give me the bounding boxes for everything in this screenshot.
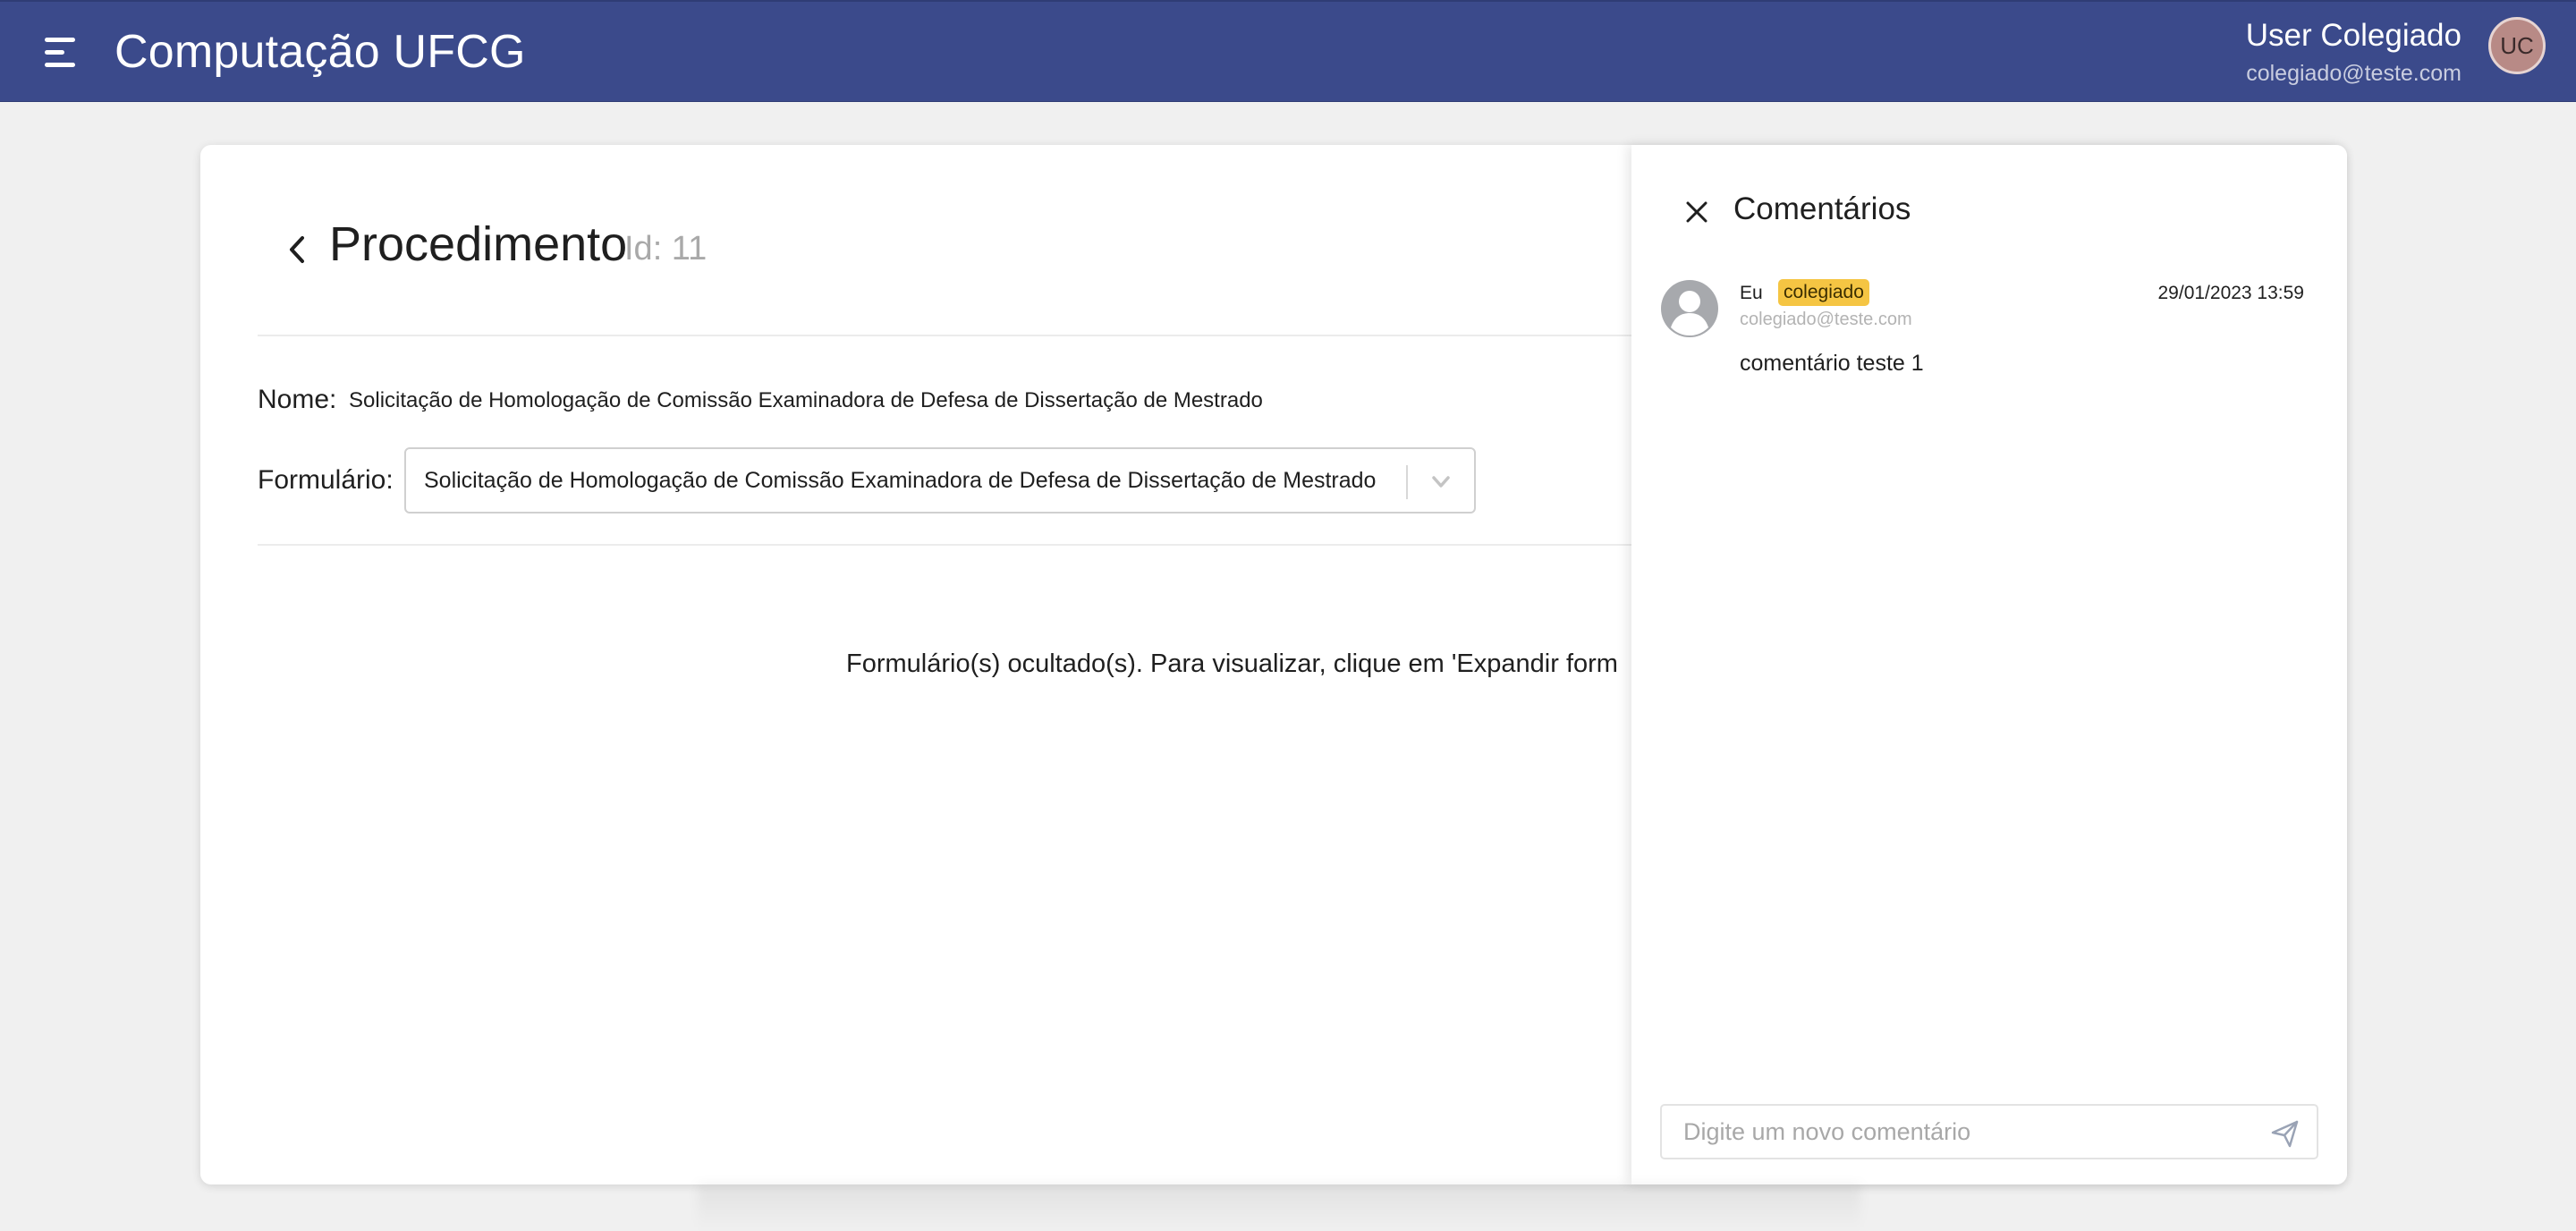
user-name: User Colegiado bbox=[2245, 18, 2462, 53]
user-avatar-button[interactable]: UC bbox=[2488, 17, 2546, 74]
back-button[interactable] bbox=[281, 229, 313, 270]
select-separator bbox=[1406, 465, 1408, 499]
chevron-down-icon[interactable] bbox=[1426, 469, 1456, 496]
new-comment-input[interactable] bbox=[1660, 1104, 2318, 1159]
formulario-select[interactable]: Solicitação de Homologação de Comissão E… bbox=[404, 447, 1476, 514]
comment-role-badge: colegiado bbox=[1778, 279, 1869, 306]
app-title: Computação UFCG bbox=[114, 26, 526, 78]
comment-author: Eu bbox=[1740, 283, 1763, 303]
formulario-label: Formulário: bbox=[258, 465, 394, 495]
user-email: colegiado@teste.com bbox=[2246, 61, 2462, 86]
procedure-id: Id: 11 bbox=[624, 230, 708, 267]
send-icon bbox=[2271, 1120, 2299, 1148]
comments-drawer: Comentários Eu colegiado colegiado@teste… bbox=[1631, 145, 2347, 1184]
form-divider bbox=[258, 544, 1716, 546]
comment-author-email: colegiado@teste.com bbox=[1740, 310, 1912, 329]
header-divider bbox=[258, 335, 1716, 336]
top-app-bar: Computação UFCG User Colegiado colegiado… bbox=[0, 0, 2576, 102]
chevron-left-icon bbox=[290, 236, 304, 263]
user-avatar-icon bbox=[1661, 280, 1718, 337]
send-comment-button[interactable] bbox=[2270, 1118, 2301, 1149]
hidden-forms-message: Formulário(s) ocultado(s). Para visualiz… bbox=[846, 649, 1618, 678]
comment-timestamp: 29/01/2023 13:59 bbox=[2157, 283, 2305, 303]
nome-value: Solicitação de Homologação de Comissão E… bbox=[349, 388, 1263, 412]
bottom-shadow bbox=[698, 1184, 1860, 1231]
nome-label: Nome: bbox=[258, 385, 337, 414]
menu-icon[interactable] bbox=[45, 38, 84, 68]
formulario-selected-value: Solicitação de Homologação de Comissão E… bbox=[424, 468, 1377, 493]
comment-text: comentário teste 1 bbox=[1740, 351, 1924, 376]
page-title: Procedimento bbox=[329, 217, 628, 271]
comments-title: Comentários bbox=[1733, 191, 1911, 226]
close-icon bbox=[1686, 201, 1707, 223]
close-comments-button[interactable] bbox=[1683, 199, 1710, 225]
